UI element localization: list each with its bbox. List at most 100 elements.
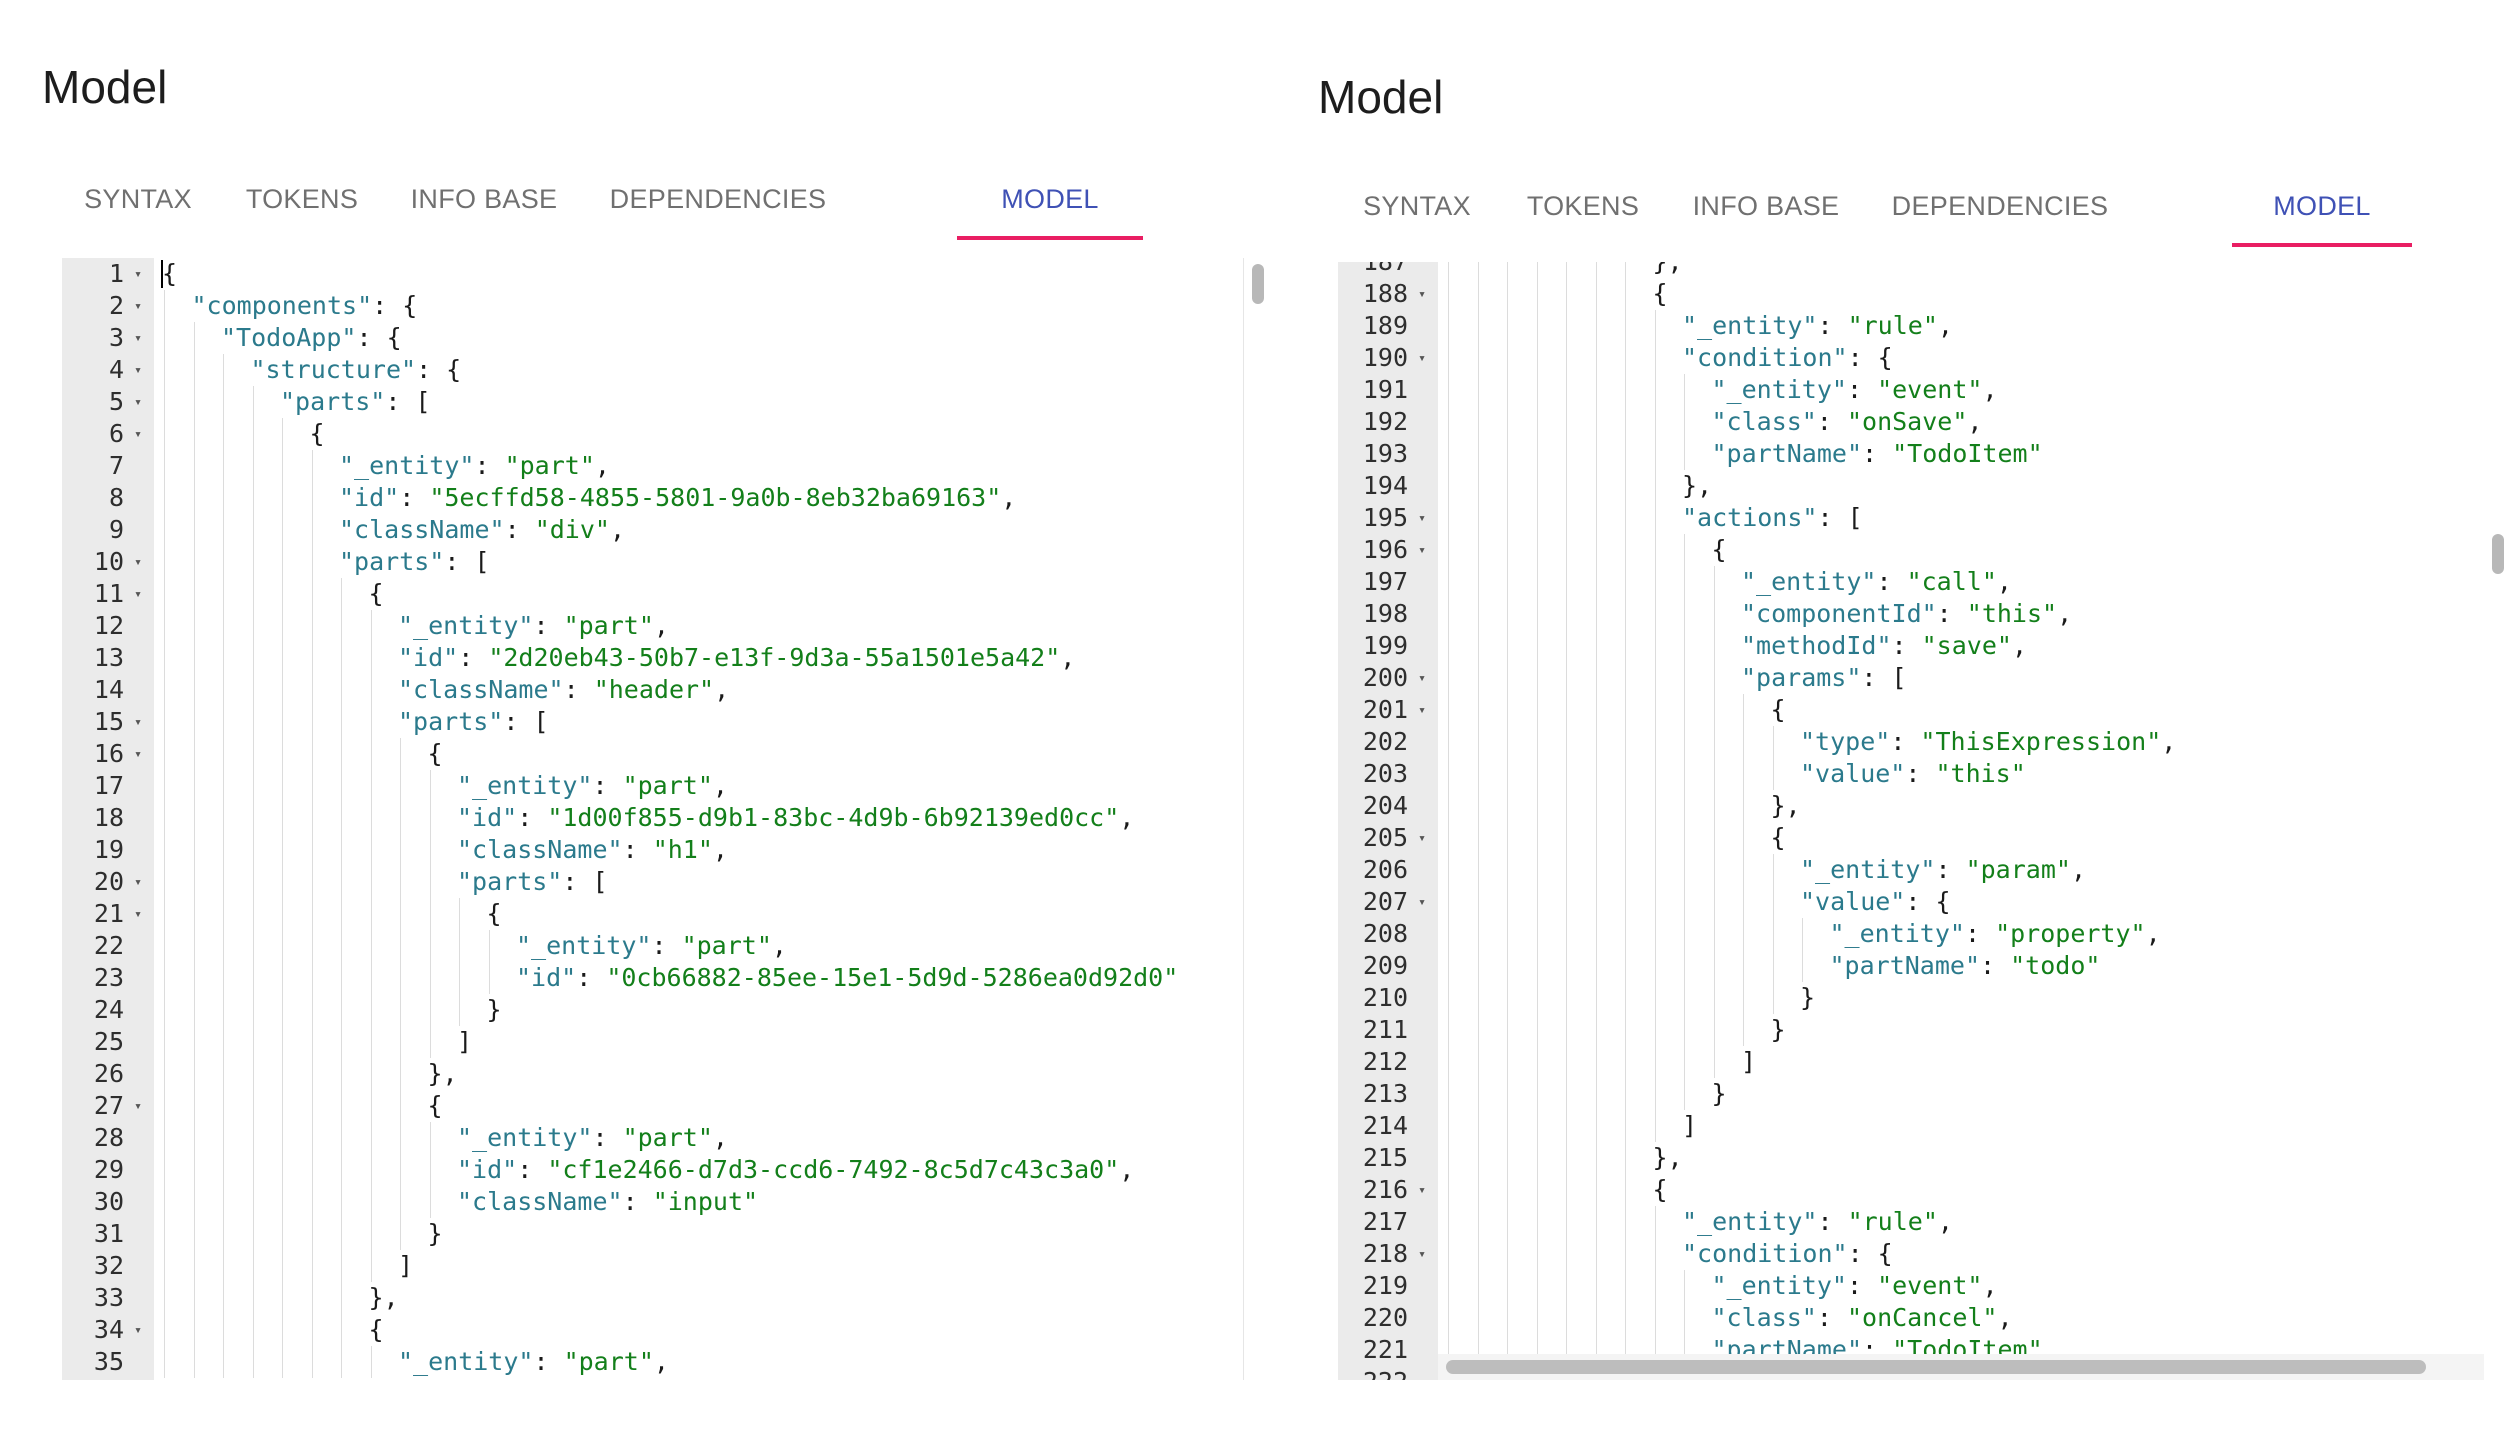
line-number: 202 [1338, 726, 1438, 758]
fold-toggle-icon[interactable]: ▾ [1418, 343, 1426, 375]
indent-guide [1684, 1334, 1685, 1354]
code-text: }, [1653, 262, 1683, 278]
fold-toggle-icon[interactable]: ▾ [1418, 887, 1426, 919]
code-text: "partName": "TodoItem" [1711, 439, 2043, 468]
indent-guide [1448, 534, 1449, 566]
fold-toggle-icon[interactable]: ▾ [134, 899, 142, 931]
line-number-label: 19 [93, 835, 124, 864]
code-text: "partName": "TodoItem" [1711, 1335, 2043, 1354]
fold-toggle-icon[interactable]: ▾ [134, 419, 142, 451]
horizontal-scrollbar[interactable] [1438, 1354, 2484, 1380]
indent-guide [1772, 758, 1774, 790]
vertical-scrollbar-thumb[interactable] [2492, 534, 2504, 574]
tab-dependencies[interactable]: DEPENDENCIES [1866, 177, 2134, 247]
code-text: "_entity": "event", [1711, 375, 1998, 404]
fold-toggle-icon[interactable]: ▾ [134, 323, 142, 355]
indent-guide [1536, 598, 1538, 630]
line-number: 27 ▾ [62, 1090, 154, 1122]
fold-toggle-icon[interactable]: ▾ [134, 739, 142, 771]
indent-guide [429, 1154, 431, 1186]
code-area[interactable]: {"components": {"TodoApp": {"structure":… [154, 258, 1272, 1380]
tab-info-base[interactable]: INFO BASE [1666, 177, 1866, 247]
fold-toggle-icon[interactable]: ▾ [1418, 695, 1426, 727]
fold-toggle-icon[interactable]: ▾ [134, 547, 142, 579]
fold-toggle-icon[interactable]: ▾ [1418, 503, 1426, 535]
fold-toggle-icon[interactable]: ▾ [134, 1315, 142, 1347]
code-area[interactable]: },{"_entity": "rule","condition": {"_ent… [1438, 262, 2512, 1354]
indent-guide [311, 770, 313, 802]
indent-guide [370, 1154, 372, 1186]
indent-guide [193, 674, 195, 706]
fold-toggle-icon[interactable]: ▾ [134, 387, 142, 419]
indent-guide [1536, 1238, 1538, 1270]
code-line: }, [1438, 262, 2512, 278]
vertical-scrollbar[interactable] [1243, 258, 1272, 1380]
tab-dependencies[interactable]: DEPENDENCIES [584, 170, 852, 240]
fold-toggle-icon[interactable]: ▾ [1418, 1239, 1426, 1271]
line-number-label: 208 [1362, 919, 1408, 948]
fold-toggle-icon[interactable]: ▾ [134, 259, 142, 291]
code-text: "class": "onCancel", [1711, 1303, 2013, 1332]
indent-guide [282, 994, 283, 1026]
indent-guide [1684, 534, 1685, 566]
indent-guide [1477, 1142, 1479, 1174]
indent-guide [282, 706, 283, 738]
indent-guide [1743, 854, 1744, 886]
tab-info-base[interactable]: INFO BASE [384, 170, 584, 240]
indent-guide [1566, 1238, 1567, 1270]
fold-toggle-icon[interactable]: ▾ [134, 579, 142, 611]
line-number: 19 [62, 834, 154, 866]
line-number: 17 [62, 770, 154, 802]
tab-syntax[interactable]: SYNTAX [56, 170, 220, 240]
fold-toggle-icon[interactable]: ▾ [1418, 823, 1426, 855]
tab-syntax[interactable]: SYNTAX [1334, 177, 1500, 247]
line-number: 34 ▾ [62, 1314, 154, 1346]
line-number-label: 199 [1362, 631, 1408, 660]
indent-guide [1654, 438, 1656, 470]
code-line: "params": [ [1438, 662, 2512, 694]
line-number-label: 18 [93, 803, 124, 832]
fold-toggle-icon[interactable]: ▾ [134, 867, 142, 899]
indent-guide [459, 898, 460, 930]
indent-guide [252, 738, 254, 770]
indent-guide [1566, 534, 1567, 566]
indent-guide [252, 1218, 254, 1250]
indent-guide [193, 930, 195, 962]
code-line: { [1438, 534, 2512, 566]
code-editor[interactable]: 187188 ▾ 189 190 ▾ 191 192 193 194 195 ▾ 196 ▾ 197 198… [1338, 262, 2512, 1380]
fold-toggle-icon[interactable]: ▾ [1418, 535, 1426, 567]
indent-guide [282, 546, 283, 578]
line-number-label: 214 [1362, 1111, 1408, 1140]
tab-tokens[interactable]: TOKENS [220, 170, 384, 240]
tab-model[interactable]: MODEL [2232, 177, 2412, 247]
indent-guide [1536, 694, 1538, 726]
fold-toggle-icon[interactable]: ▾ [1418, 663, 1426, 695]
indent-guide [1684, 950, 1685, 982]
fold-toggle-icon[interactable]: ▾ [1418, 1175, 1426, 1207]
indent-guide [1654, 662, 1656, 694]
fold-toggle-icon[interactable]: ▾ [134, 707, 142, 739]
code-line: "_entity": "call", [1438, 566, 2512, 598]
vertical-scrollbar[interactable] [2484, 262, 2512, 1354]
indent-guide [1536, 1206, 1538, 1238]
line-number: 221 [1338, 1334, 1438, 1366]
fold-toggle-icon[interactable]: ▾ [134, 291, 142, 323]
indent-guide [193, 866, 195, 898]
indent-guide [1507, 982, 1508, 1014]
code-line: "_entity": "rule", [1438, 1206, 2512, 1238]
indent-guide [1743, 822, 1744, 854]
indent-guide [1566, 886, 1567, 918]
indent-guide [1772, 982, 1774, 1014]
line-number: 13 [62, 642, 154, 674]
vertical-scrollbar-thumb[interactable] [1252, 264, 1264, 304]
tab-tokens[interactable]: TOKENS [1500, 177, 1666, 247]
indent-guide [370, 1058, 372, 1090]
fold-toggle-icon[interactable]: ▾ [134, 1091, 142, 1123]
line-number-label: 212 [1362, 1047, 1408, 1076]
fold-toggle-icon[interactable]: ▾ [134, 355, 142, 387]
horizontal-scrollbar-thumb[interactable] [1446, 1360, 2426, 1374]
code-editor[interactable]: 1 ▾ 2 ▾ 3 ▾ 4 ▾ 5 ▾ 6 ▾ 7 8 9 10 ▾ 11 ▾ 12 13 14 15 ▾ 16 ▾ 17 18 19 2… [62, 258, 1272, 1380]
tab-model[interactable]: MODEL [957, 170, 1143, 240]
fold-toggle-icon[interactable]: ▾ [1418, 279, 1426, 311]
indent-guide [1713, 950, 1715, 982]
